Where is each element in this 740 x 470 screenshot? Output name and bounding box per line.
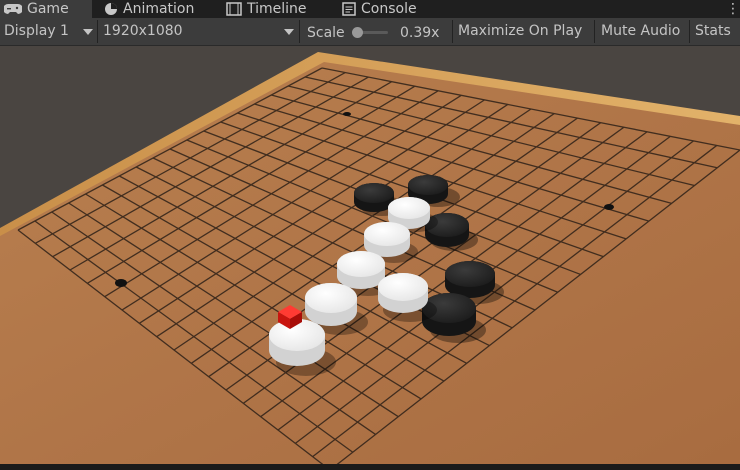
maximize-on-play-toggle[interactable]: Maximize On Play	[458, 18, 582, 45]
tab-console-label: Console	[361, 1, 417, 17]
tab-animation-label: Animation	[123, 1, 195, 17]
divider	[452, 20, 453, 43]
tab-timeline[interactable]: Timeline	[222, 0, 322, 18]
status-bar	[0, 464, 740, 470]
tab-game[interactable]: Game	[0, 0, 92, 18]
tab-console[interactable]: Console	[338, 0, 438, 18]
scale-slider-thumb[interactable]	[352, 27, 363, 38]
gomoku-board-scene	[0, 46, 740, 464]
star-point	[115, 279, 127, 287]
scale-label: Scale	[307, 25, 345, 41]
gamepad-icon	[4, 4, 22, 14]
scale-value: 0.39x	[400, 25, 440, 41]
console-icon	[342, 2, 356, 16]
tab-bar: Game Animation Timeline Console ⋮	[0, 0, 740, 18]
stats-toggle[interactable]: Stats	[695, 18, 731, 45]
star-point	[604, 204, 614, 210]
divider	[594, 20, 595, 43]
divider	[299, 20, 300, 43]
display-chevron-down-icon	[83, 29, 93, 35]
divider	[689, 20, 690, 43]
timeline-icon	[226, 2, 242, 16]
more-menu-icon[interactable]: ⋮	[722, 0, 740, 18]
animation-icon	[105, 3, 117, 15]
tab-game-label: Game	[27, 1, 69, 17]
display-dropdown[interactable]: Display 1	[4, 18, 69, 45]
mute-audio-toggle[interactable]: Mute Audio	[601, 18, 680, 45]
tab-animation[interactable]: Animation	[100, 0, 210, 18]
resolution-chevron-down-icon	[284, 29, 294, 35]
tab-timeline-label: Timeline	[247, 1, 307, 17]
star-point	[343, 112, 351, 116]
divider	[97, 20, 98, 43]
game-viewport[interactable]	[0, 46, 740, 464]
resolution-dropdown[interactable]: 1920x1080	[103, 18, 183, 45]
